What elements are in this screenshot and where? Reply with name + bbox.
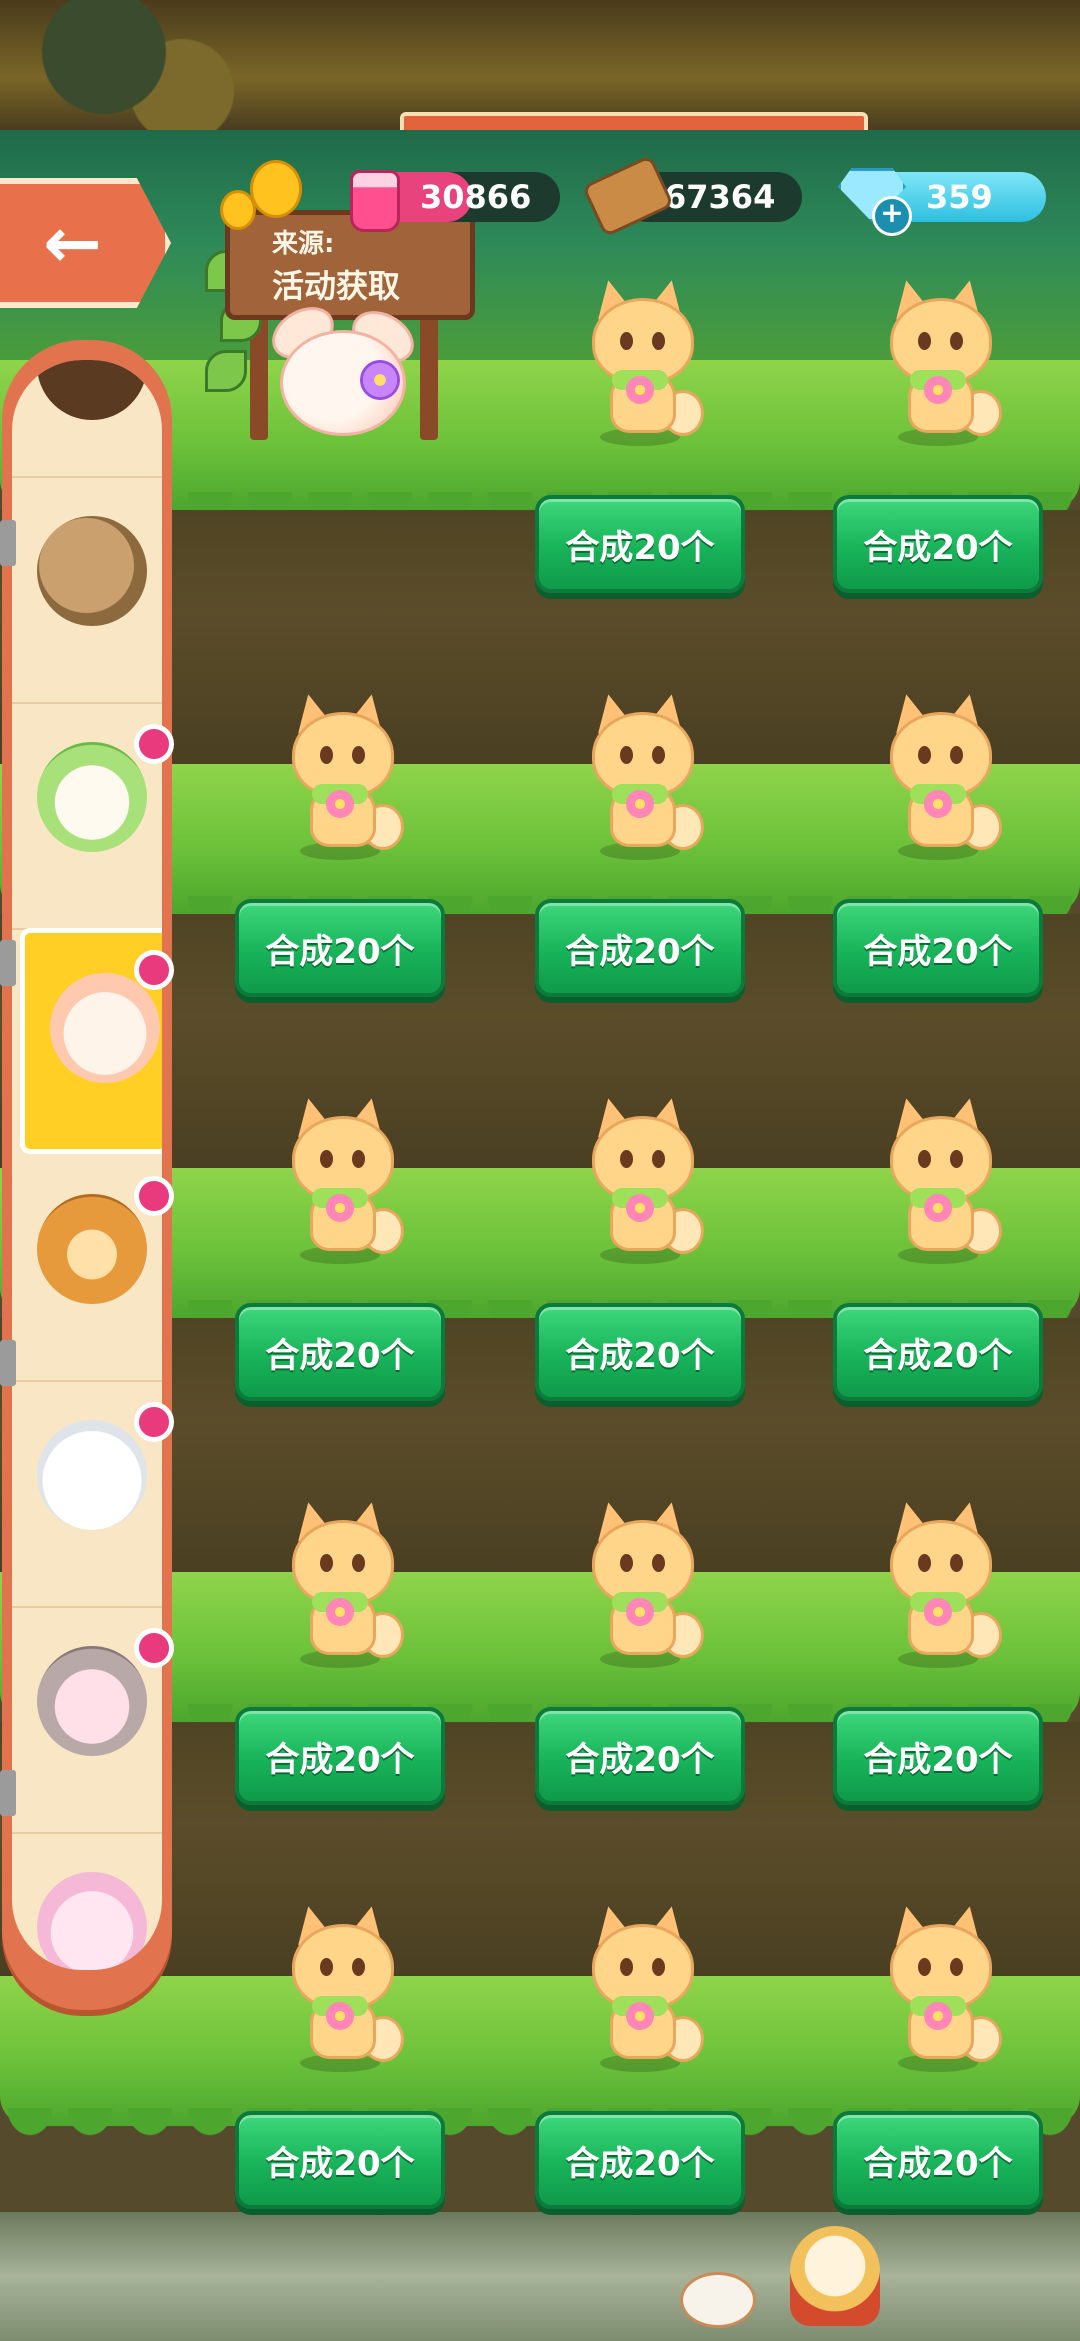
- merge-20-button[interactable]: 合成20个: [833, 1707, 1043, 1805]
- winged-fox-pet-icon: [50, 973, 160, 1083]
- merge-20-button[interactable]: 合成20个: [535, 495, 745, 593]
- pet-sidebar[interactable]: [2, 340, 172, 2010]
- sidebar-item-pink-fox-pet[interactable]: [12, 1832, 162, 1970]
- notification-dot-icon: [134, 1402, 174, 1442]
- pink-potion-icon: [350, 170, 400, 232]
- add-diamond-icon[interactable]: +: [872, 196, 912, 236]
- scene-decoration: [0, 0, 260, 130]
- flower-fox-pet-icon[interactable]: [580, 690, 704, 864]
- flower-fox-pet-icon[interactable]: [280, 690, 404, 864]
- source-sign: 来源: 活动获取: [225, 210, 475, 320]
- merge-20-button[interactable]: 合成20个: [235, 899, 445, 997]
- source-label: 来源:: [272, 229, 335, 259]
- merge-20-button[interactable]: 合成20个: [535, 2111, 745, 2209]
- sidebar-item-brown-bowl-pet[interactable]: [12, 360, 162, 478]
- tiger-cub-pet-icon: [37, 1194, 147, 1304]
- flower-fox-pet-icon[interactable]: [878, 690, 1002, 864]
- potion-value: 30866: [420, 178, 532, 216]
- notification-dot-icon: [134, 950, 174, 990]
- winged-fox-pet-icon[interactable]: [262, 296, 424, 436]
- pink-fox-pet-icon: [37, 1872, 147, 1970]
- flower-fox-pet-icon[interactable]: [580, 276, 704, 450]
- merge-20-button[interactable]: 合成20个: [833, 495, 1043, 593]
- yellow-bird-icon: [220, 190, 256, 230]
- merge-20-button[interactable]: 合成20个: [833, 2111, 1043, 2209]
- merge-20-button[interactable]: 合成20个: [833, 899, 1043, 997]
- back-arrow-icon: ←: [43, 202, 102, 284]
- lion-dance-mascot-icon: [790, 2226, 880, 2326]
- sidebar-clip: [0, 1340, 16, 1386]
- flower-fox-pet-icon[interactable]: [280, 1094, 404, 1268]
- flower-fox-pet-icon[interactable]: [878, 1094, 1002, 1268]
- sidebar-clip: [0, 1770, 16, 1816]
- yellow-bird-icon: [250, 160, 302, 218]
- potato-pet-icon: [37, 516, 147, 626]
- merge-20-button[interactable]: 合成20个: [535, 1303, 745, 1401]
- merge-20-button[interactable]: 合成20个: [235, 1707, 445, 1805]
- flower-fox-pet-icon[interactable]: [580, 1902, 704, 2076]
- source-value: 活动获取: [272, 267, 401, 305]
- flower-fox-pet-icon[interactable]: [580, 1498, 704, 1672]
- wood-value: 67364: [664, 178, 776, 216]
- merge-20-button[interactable]: 合成20个: [833, 1303, 1043, 1401]
- merge-20-button[interactable]: 合成20个: [235, 2111, 445, 2209]
- merge-20-button[interactable]: 合成20个: [535, 1707, 745, 1805]
- vine-leaf-icon: [205, 350, 247, 392]
- white-bunny-pet-icon: [37, 1420, 147, 1530]
- sidebar-clip: [0, 520, 16, 566]
- diamond-value: 359: [926, 178, 993, 216]
- flower-fox-pet-icon[interactable]: [280, 1498, 404, 1672]
- potion-counter[interactable]: 30866: [372, 172, 560, 222]
- flower-fox-pet-icon[interactable]: [878, 276, 1002, 450]
- flower-fox-pet-icon[interactable]: [878, 1902, 1002, 2076]
- flower-fox-pet-icon[interactable]: [280, 1902, 404, 2076]
- brown-bowl-pet-icon: [37, 360, 147, 420]
- gray-cat-pet-icon: [37, 1646, 147, 1756]
- notification-dot-icon: [134, 724, 174, 764]
- back-button[interactable]: ←: [0, 178, 171, 308]
- flower-fox-pet-icon[interactable]: [580, 1094, 704, 1268]
- green-leaf-pet-icon: [37, 742, 147, 852]
- sidebar-item-potato-pet[interactable]: [12, 476, 162, 704]
- sidebar-clip: [0, 940, 16, 986]
- notification-dot-icon: [134, 1176, 174, 1216]
- merge-20-button[interactable]: 合成20个: [535, 899, 745, 997]
- flower-fox-pet-icon[interactable]: [878, 1498, 1002, 1672]
- pet-sidebar-list[interactable]: [12, 360, 162, 1970]
- merge-20-button[interactable]: 合成20个: [235, 1303, 445, 1401]
- notification-dot-icon: [134, 1628, 174, 1668]
- top-scene-strip: [0, 0, 1080, 160]
- bottom-scene-strip: [0, 2212, 1080, 2341]
- plate-icon: [680, 2272, 756, 2328]
